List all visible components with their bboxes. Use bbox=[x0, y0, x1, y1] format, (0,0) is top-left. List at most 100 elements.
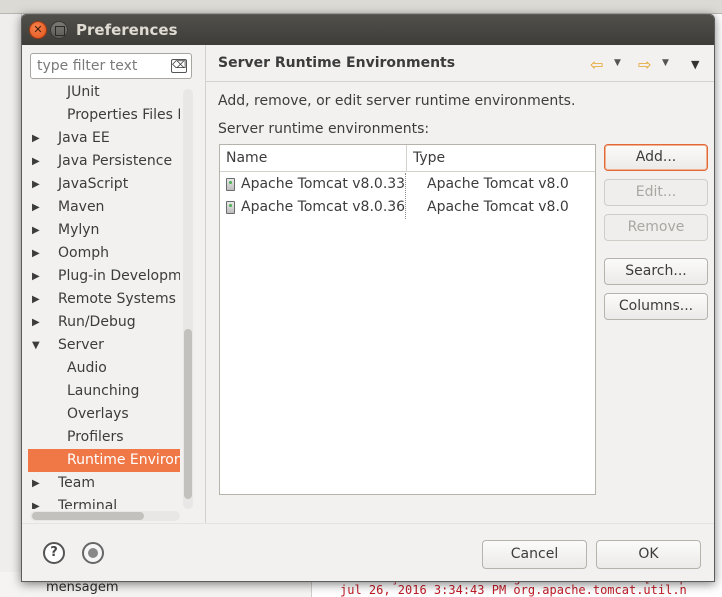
clear-filter-icon[interactable]: ⌫ bbox=[171, 59, 187, 73]
collapse-arrow-icon[interactable]: ▶ bbox=[32, 173, 42, 196]
close-window-button[interactable]: ✕ bbox=[29, 21, 47, 39]
tree-item[interactable]: ▶ Terminal bbox=[28, 495, 180, 509]
preference-tree: JUnit Properties Files E ▶ Java EE ▶ Java Per… bbox=[28, 85, 180, 509]
forward-arrow-icon[interactable]: ⇨ bbox=[638, 55, 651, 74]
preference-page: Server Runtime Environments ⇦ ▼ ⇨ ▼ ▼ Ad… bbox=[206, 45, 714, 523]
column-header-type[interactable]: Type bbox=[406, 145, 595, 172]
project-tree-item[interactable]: mensagem bbox=[46, 580, 119, 595]
remove-button[interactable]: Remove bbox=[604, 214, 708, 241]
preference-navigation-pane: ⌫ JUnit Properties Files E ▶ Java EE ▶ Java P… bbox=[22, 45, 205, 523]
tree-item-label: Java EE bbox=[58, 130, 110, 146]
tree-horizontal-scrollbar[interactable] bbox=[30, 511, 180, 521]
cancel-button[interactable]: Cancel bbox=[482, 540, 587, 569]
tree-item-label: Remote Systems bbox=[58, 291, 176, 307]
column-divider bbox=[405, 173, 406, 219]
runtime-type: Apache Tomcat v8.0 bbox=[427, 176, 569, 192]
tree-item[interactable]: Runtime Environn bbox=[28, 449, 180, 472]
table-header: Name Type bbox=[220, 145, 595, 172]
tree-item[interactable]: ▶ Mylyn bbox=[28, 219, 180, 242]
tree-item-label: Runtime Environn bbox=[67, 452, 180, 468]
filter-box: ⌫ bbox=[30, 53, 192, 79]
collapse-arrow-icon[interactable]: ▶ bbox=[32, 242, 42, 265]
tree-item-label: Oomph bbox=[58, 245, 109, 261]
server-runtime-icon bbox=[226, 201, 235, 214]
tree-item-label: Run/Debug bbox=[58, 314, 136, 330]
workbench-left-strip bbox=[0, 14, 22, 597]
ok-button[interactable]: OK bbox=[596, 540, 701, 569]
scroll-thumb[interactable] bbox=[184, 329, 192, 499]
tree-item-label: Java Persistence bbox=[58, 153, 173, 169]
dialog-title: Preferences bbox=[76, 21, 178, 39]
collapse-arrow-icon[interactable]: ▶ bbox=[32, 495, 42, 509]
preferences-dialog: ✕ Preferences ⌫ JUnit Properties Files E ▶… bbox=[21, 14, 715, 582]
tree-item-label: JUnit bbox=[67, 85, 100, 100]
minimize-window-button[interactable] bbox=[50, 21, 68, 39]
tree-item[interactable]: ▶ Java EE bbox=[28, 127, 180, 150]
workbench-toolbar bbox=[0, 0, 722, 14]
tree-item[interactable]: Profilers bbox=[28, 426, 180, 449]
collapse-arrow-icon[interactable]: ▶ bbox=[32, 150, 42, 173]
collapse-arrow-icon[interactable]: ▶ bbox=[32, 265, 42, 288]
tree-item-label: Mylyn bbox=[58, 222, 100, 238]
columns-button[interactable]: Columns... bbox=[604, 293, 708, 320]
server-runtime-icon bbox=[226, 178, 235, 191]
tree-item[interactable]: ▶ Maven bbox=[28, 196, 180, 219]
tree-item[interactable]: ▶ Team bbox=[28, 472, 180, 495]
runtime-type: Apache Tomcat v8.0 bbox=[427, 199, 569, 215]
tree-item-label: Audio bbox=[67, 360, 107, 376]
column-header-name[interactable]: Name bbox=[220, 145, 406, 172]
tree-item-label: Launching bbox=[67, 383, 140, 399]
tree-item-label: Plug-in Developme bbox=[58, 268, 180, 284]
back-history-dropdown-icon[interactable]: ▼ bbox=[614, 58, 621, 68]
runtime-environments-table[interactable]: Name Type Apache Tomcat v8.0.33 Apache T… bbox=[219, 144, 596, 495]
tree-vertical-scrollbar[interactable] bbox=[183, 89, 193, 509]
tree-item[interactable]: ▶ Run/Debug bbox=[28, 311, 180, 334]
forward-history-dropdown-icon[interactable]: ▼ bbox=[662, 58, 669, 68]
tree-item[interactable]: Overlays bbox=[28, 403, 180, 426]
filter-input[interactable] bbox=[37, 57, 165, 75]
dialog-titlebar[interactable]: ✕ Preferences bbox=[22, 15, 714, 45]
runtime-name: Apache Tomcat v8.0.36 bbox=[241, 199, 406, 215]
collapse-arrow-icon[interactable]: ▶ bbox=[32, 311, 42, 334]
tree-item[interactable]: Launching bbox=[28, 380, 180, 403]
tree-item-label: Profilers bbox=[67, 429, 124, 445]
table-row[interactable]: Apache Tomcat v8.0.36 Apache Tomcat v8.0 bbox=[220, 196, 595, 219]
search-button[interactable]: Search... bbox=[604, 258, 708, 285]
collapse-arrow-icon[interactable]: ▶ bbox=[32, 127, 42, 150]
import-export-icon[interactable] bbox=[82, 542, 104, 564]
tree-item[interactable]: ▶ JavaScript bbox=[28, 173, 180, 196]
tree-item[interactable]: Properties Files E bbox=[28, 104, 180, 127]
tree-item-label: Terminal bbox=[58, 498, 118, 509]
runtime-name: Apache Tomcat v8.0.33 bbox=[241, 176, 406, 192]
tree-item[interactable]: ▶ Oomph bbox=[28, 242, 180, 265]
tree-item-label: Team bbox=[58, 475, 96, 491]
collapse-arrow-icon[interactable]: ▶ bbox=[32, 196, 42, 219]
tree-item[interactable]: ▼ Server bbox=[28, 334, 180, 357]
collapse-arrow-icon[interactable]: ▶ bbox=[32, 219, 42, 242]
tree-item[interactable]: ▶ Java Persistence bbox=[28, 150, 180, 173]
collapse-arrow-icon[interactable]: ▶ bbox=[32, 288, 42, 311]
expand-arrow-icon[interactable]: ▼ bbox=[32, 334, 42, 357]
collapse-arrow-icon[interactable]: ▶ bbox=[32, 472, 42, 495]
tree-item[interactable]: Audio bbox=[28, 357, 180, 380]
table-row[interactable]: Apache Tomcat v8.0.33 Apache Tomcat v8.0 bbox=[220, 173, 595, 196]
help-icon[interactable]: ? bbox=[43, 542, 65, 564]
runtime-list-label: Server runtime environments: bbox=[218, 121, 430, 137]
tree-item-label: Overlays bbox=[67, 406, 129, 422]
view-menu-icon[interactable]: ▼ bbox=[691, 58, 699, 71]
tree-item[interactable]: JUnit bbox=[28, 85, 180, 104]
edit-button[interactable]: Edit... bbox=[604, 179, 708, 206]
back-arrow-icon[interactable]: ⇦ bbox=[590, 55, 603, 74]
page-navigation: ⇦ ▼ ⇨ ▼ ▼ bbox=[590, 55, 710, 75]
footer-separator bbox=[22, 523, 714, 524]
scroll-thumb[interactable] bbox=[32, 512, 144, 520]
tree-item-label: Maven bbox=[58, 199, 105, 215]
tree-item-label: JavaScript bbox=[58, 176, 129, 192]
tree-item[interactable]: ▶ Remote Systems bbox=[28, 288, 180, 311]
tree-item[interactable]: ▶ Plug-in Developme bbox=[28, 265, 180, 288]
add-button[interactable]: Add... bbox=[604, 144, 708, 171]
tree-item-label: Properties Files E bbox=[67, 107, 180, 123]
page-title: Server Runtime Environments bbox=[218, 55, 456, 71]
page-description: Add, remove, or edit server runtime envi… bbox=[218, 93, 576, 109]
console-line: jul 26, 2016 3:34:43 PM org.apache.tomca… bbox=[340, 583, 687, 597]
